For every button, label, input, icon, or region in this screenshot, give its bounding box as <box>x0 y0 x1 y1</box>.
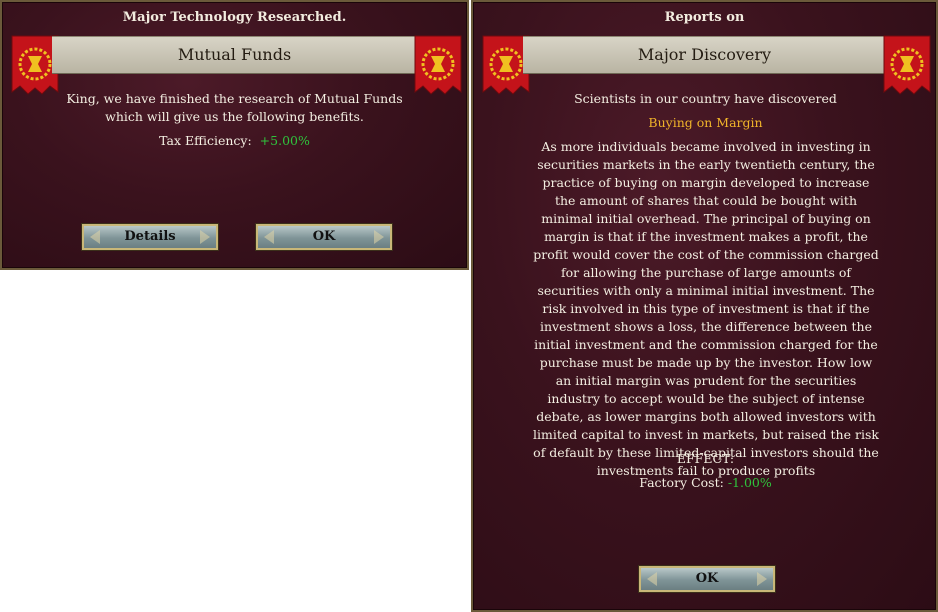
royal-banner-icon <box>10 34 59 98</box>
effect-value: +5.00% <box>259 133 310 148</box>
effect-label: Factory Cost: <box>639 475 724 490</box>
royal-banner-icon <box>413 34 462 98</box>
discovery-name: Buying on Margin <box>648 115 763 130</box>
royal-banner-icon <box>882 34 931 98</box>
discovery-intro: Scientists in our country have discovere… <box>574 91 837 106</box>
ok-button[interactable]: OK <box>256 224 392 250</box>
effect-line: Tax Efficiency: +5.00% <box>62 132 407 150</box>
effect-value: -1.00% <box>727 475 772 490</box>
royal-banner-icon <box>481 34 530 98</box>
effect-label: Tax Efficiency: <box>159 133 252 148</box>
effect-heading: EFFECT: <box>676 451 735 466</box>
effect-line: Factory Cost: -1.00% <box>503 474 908 492</box>
tech-name-banner: Mutual Funds <box>52 36 417 74</box>
discovery-report-panel: Reports on Major Discovery Scientists in… <box>471 0 938 612</box>
details-button[interactable]: Details <box>82 224 218 250</box>
panel-title: Major Technology Researched. <box>122 10 347 25</box>
discovery-description: As more individuals became involved in i… <box>533 139 879 478</box>
research-message: King, we have finished the research of M… <box>66 91 403 124</box>
panel-title: Reports on <box>664 10 745 25</box>
discovery-banner: Major Discovery <box>523 36 886 74</box>
ok-button[interactable]: OK <box>639 566 775 592</box>
tech-researched-panel: Major Technology Researched. Mutual Fund… <box>0 0 469 270</box>
